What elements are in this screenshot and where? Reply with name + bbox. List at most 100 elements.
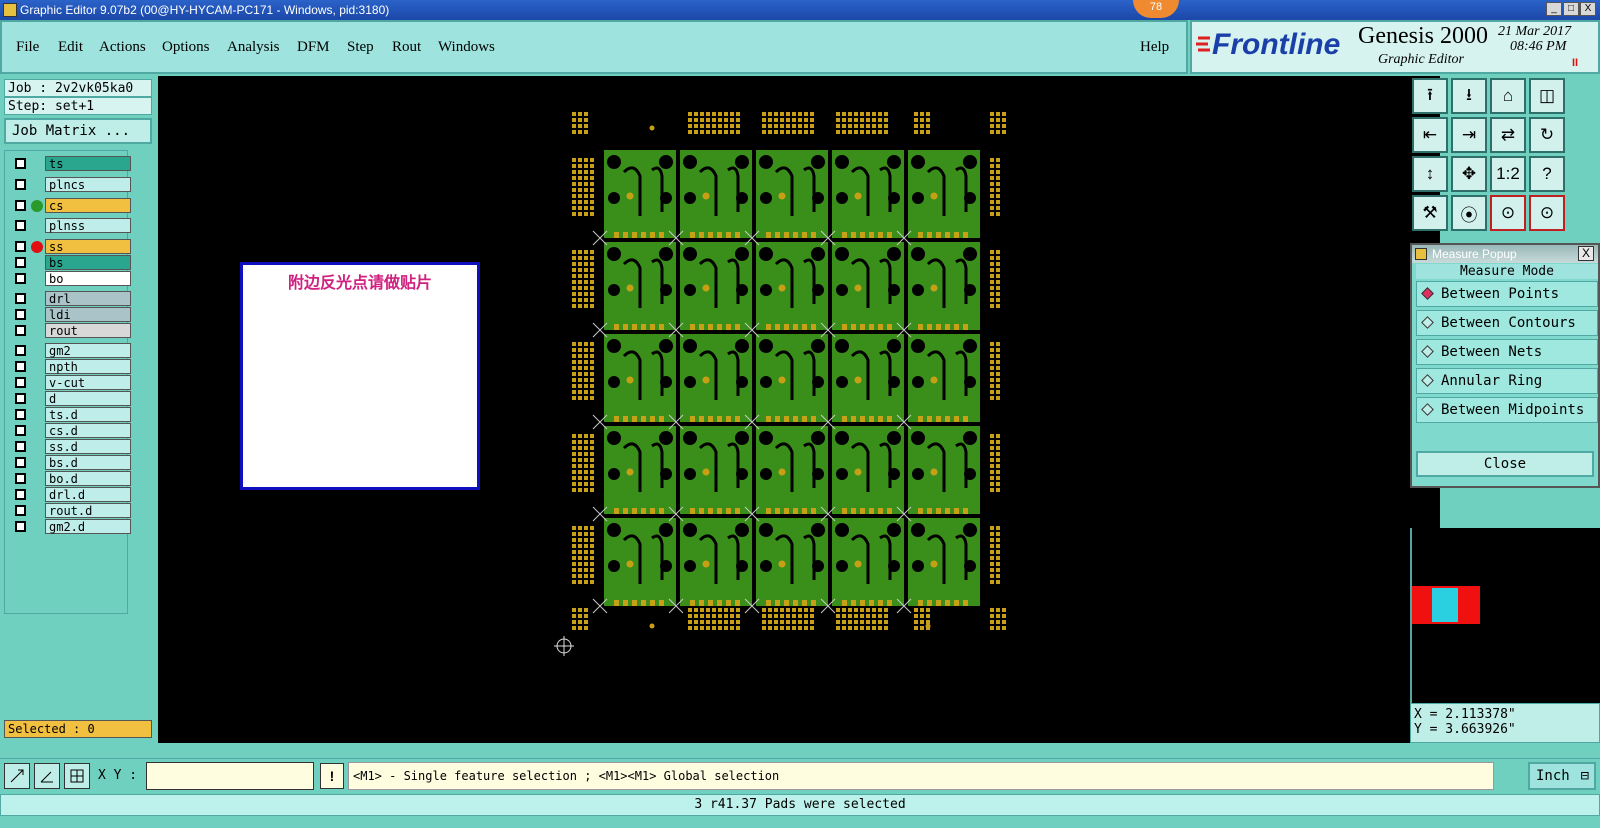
help-icon[interactable]: ?: [1529, 156, 1565, 192]
warning-icon[interactable]: !: [320, 763, 344, 789]
probe-icon[interactable]: ⦿: [1451, 195, 1487, 231]
measure-title-bar[interactable]: Measure Popup X: [1412, 245, 1598, 263]
layer-name[interactable]: plnss: [45, 218, 131, 233]
pan-right-icon[interactable]: ⇥: [1451, 117, 1487, 153]
layer-name[interactable]: npth: [45, 359, 131, 374]
measure-tool-icon[interactable]: [34, 763, 60, 789]
layer-row-v-cut[interactable]: v-cut: [11, 375, 131, 390]
menu-edit[interactable]: Edit: [58, 39, 83, 56]
layer-checkbox[interactable]: [15, 220, 26, 231]
layer-checkbox[interactable]: [15, 393, 26, 404]
measure-option-between-contours[interactable]: Between Contours: [1416, 310, 1598, 336]
overview-viewport[interactable]: [1432, 588, 1458, 622]
layer-name[interactable]: ts: [45, 156, 131, 171]
home-icon[interactable]: ⌂: [1490, 78, 1526, 114]
layer-checkbox[interactable]: [15, 505, 26, 516]
measure-close-button[interactable]: Close: [1416, 451, 1594, 477]
layer-name[interactable]: v-cut: [45, 375, 131, 390]
layer-name[interactable]: d: [45, 391, 131, 406]
layer-checkbox[interactable]: [15, 473, 26, 484]
layer-row-bo[interactable]: bo: [11, 271, 131, 286]
layer-checkbox[interactable]: [15, 345, 26, 356]
window-title-bar[interactable]: Graphic Editor 9.07b2 (00@HY-HYCAM-PC171…: [0, 0, 1600, 20]
layer-row-ss[interactable]: ss: [11, 239, 131, 254]
layer-checkbox[interactable]: [15, 377, 26, 388]
xy-input[interactable]: [146, 762, 314, 790]
menu-options[interactable]: Options: [162, 39, 210, 56]
layer-name[interactable]: bo.d: [45, 471, 131, 486]
pan-down-icon[interactable]: ⭳: [1451, 78, 1487, 114]
zoom-ratio-icon[interactable]: ⇄: [1490, 117, 1526, 153]
layer-row-ts-d[interactable]: ts.d: [11, 407, 131, 422]
layer-name[interactable]: bs.d: [45, 455, 131, 470]
layer-row-drl-d[interactable]: drl.d: [11, 487, 131, 502]
layer-checkbox[interactable]: [15, 489, 26, 500]
scale-1-2-icon[interactable]: 1:2: [1490, 156, 1526, 192]
grid-snap-icon[interactable]: [64, 763, 90, 789]
layer-name[interactable]: rout.d: [45, 503, 131, 518]
layer-row-ldi[interactable]: ldi: [11, 307, 131, 322]
measure-option-between-nets[interactable]: Between Nets: [1416, 339, 1598, 365]
job-matrix-button[interactable]: Job Matrix ...: [4, 118, 152, 144]
layer-row-drl[interactable]: drl: [11, 291, 131, 306]
layer-name[interactable]: ts.d: [45, 407, 131, 422]
layer-checkbox[interactable]: [15, 273, 26, 284]
layer-name[interactable]: gm2.d: [45, 519, 131, 534]
layer-row-ts[interactable]: ts: [11, 156, 131, 171]
measure-option-annular-ring[interactable]: Annular Ring: [1416, 368, 1598, 394]
layer-checkbox[interactable]: [15, 361, 26, 372]
layer-row-ss-d[interactable]: ss.d: [11, 439, 131, 454]
menu-dfm[interactable]: DFM: [297, 39, 330, 56]
menu-step[interactable]: Step: [347, 39, 374, 56]
wrench-icon[interactable]: ⚒: [1412, 195, 1448, 231]
layer-row-cs[interactable]: cs: [11, 198, 131, 213]
layer-checkbox[interactable]: [15, 257, 26, 268]
graphic-canvas[interactable]: 附边反光点请做贴片: [158, 76, 1440, 743]
pan-up-icon[interactable]: ⭱: [1412, 78, 1448, 114]
menu-windows[interactable]: Windows: [438, 39, 495, 56]
layer-row-rout[interactable]: rout: [11, 323, 131, 338]
layer-name[interactable]: rout: [45, 323, 131, 338]
measure-option-between-points[interactable]: Between Points: [1416, 281, 1598, 307]
layer-row-d[interactable]: d: [11, 391, 131, 406]
menu-rout[interactable]: Rout: [392, 39, 421, 56]
layer-checkbox[interactable]: [15, 325, 26, 336]
layer-checkbox[interactable]: [15, 200, 26, 211]
layer-checkbox[interactable]: [15, 441, 26, 452]
zoom-center-icon[interactable]: ✥: [1451, 156, 1487, 192]
layer-name[interactable]: ldi: [45, 307, 131, 322]
layer-row-gm2-d[interactable]: gm2.d: [11, 519, 131, 534]
redraw-icon[interactable]: ↻: [1529, 117, 1565, 153]
layer-name[interactable]: bo: [45, 271, 131, 286]
menu-help[interactable]: Help: [1140, 39, 1169, 56]
layer-row-plncs[interactable]: plncs: [11, 177, 131, 192]
zoom-window-icon[interactable]: [4, 763, 30, 789]
layer-name[interactable]: cs: [45, 198, 131, 213]
maximize-button[interactable]: □: [1563, 2, 1579, 16]
layer-checkbox[interactable]: [15, 293, 26, 304]
layer-row-rout-d[interactable]: rout.d: [11, 503, 131, 518]
layer-checkbox[interactable]: [15, 309, 26, 320]
layer-checkbox[interactable]: [15, 425, 26, 436]
layer-checkbox[interactable]: [15, 241, 26, 252]
layer-name[interactable]: drl: [45, 291, 131, 306]
layer-checkbox[interactable]: [15, 179, 26, 190]
layer-name[interactable]: drl.d: [45, 487, 131, 502]
layer-row-bs-d[interactable]: bs.d: [11, 455, 131, 470]
layer-name[interactable]: gm2: [45, 343, 131, 358]
pan-left-icon[interactable]: ⇤: [1412, 117, 1448, 153]
layer-row-plnss[interactable]: plnss: [11, 218, 131, 233]
split-view-icon[interactable]: ◫: [1529, 78, 1565, 114]
layer-name[interactable]: ss.d: [45, 439, 131, 454]
layer-name[interactable]: cs.d: [45, 423, 131, 438]
layer-row-cs-d[interactable]: cs.d: [11, 423, 131, 438]
menu-file[interactable]: File: [16, 39, 39, 56]
layer-name[interactable]: plncs: [45, 177, 131, 192]
layer-row-npth[interactable]: npth: [11, 359, 131, 374]
layer-name[interactable]: bs: [45, 255, 131, 270]
layer-name[interactable]: ss: [45, 239, 131, 254]
layer-row-bo-d[interactable]: bo.d: [11, 471, 131, 486]
unit-select[interactable]: Inch ⊟: [1528, 762, 1596, 790]
layer-checkbox[interactable]: [15, 521, 26, 532]
measure-close-icon[interactable]: X: [1578, 246, 1594, 261]
